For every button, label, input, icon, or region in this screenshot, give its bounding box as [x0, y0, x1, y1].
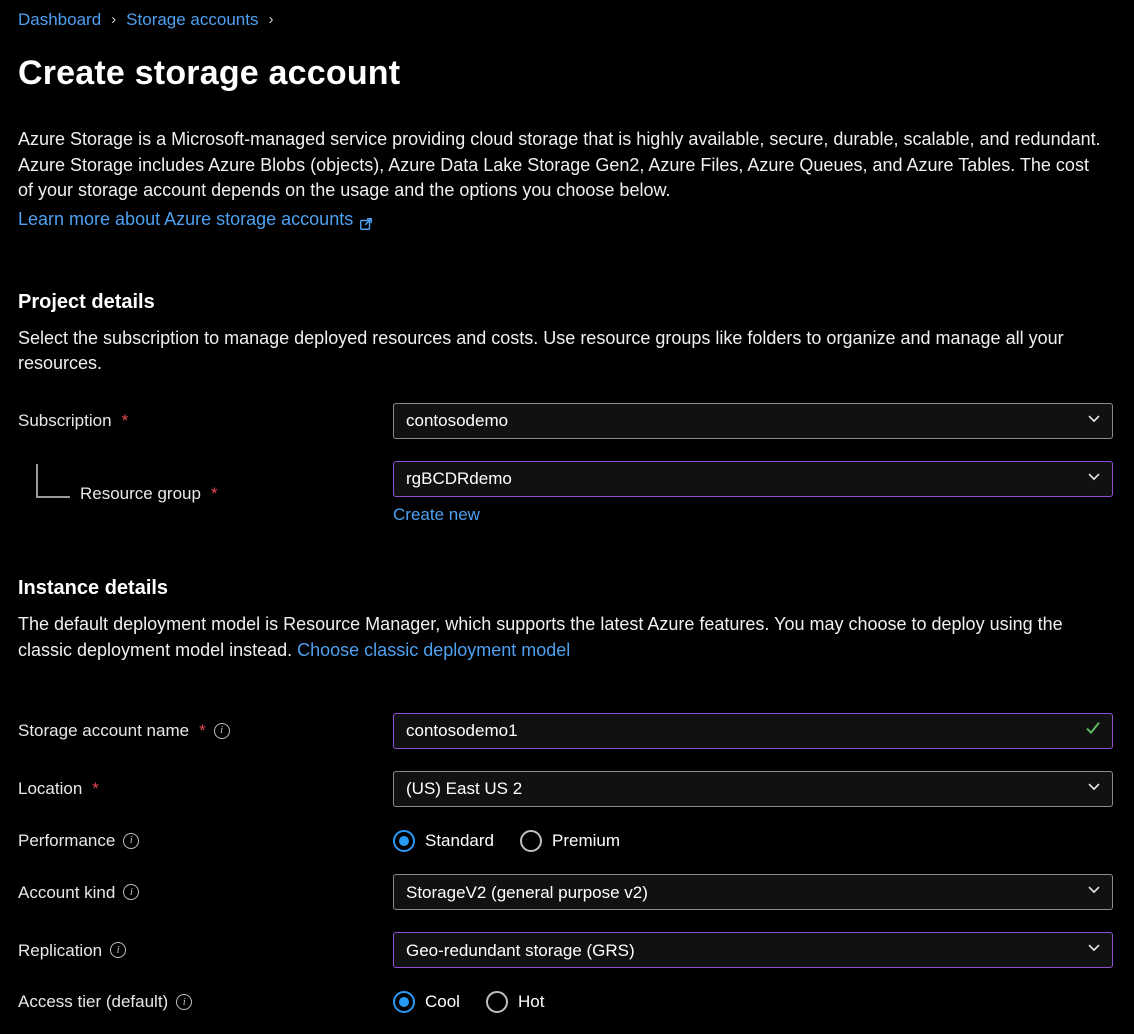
subscription-value: contosodemo [406, 409, 508, 433]
performance-standard-label: Standard [425, 829, 494, 853]
location-label-text: Location [18, 777, 82, 801]
access-tier-cool-radio[interactable]: Cool [393, 990, 460, 1014]
access-tier-label-text: Access tier (default) [18, 990, 168, 1014]
instance-details-heading: Instance details [18, 574, 1116, 602]
access-tier-row: Access tier (default) i Cool Hot [18, 990, 1116, 1014]
replication-select[interactable]: Geo-redundant storage (GRS) [393, 932, 1113, 968]
account-kind-label: Account kind i [18, 881, 393, 905]
breadcrumb: Dashboard › Storage accounts › [18, 8, 1116, 32]
subscription-row: Subscription * contosodemo [18, 403, 1116, 439]
account-kind-row: Account kind i StorageV2 (general purpos… [18, 874, 1116, 910]
breadcrumb-storage-accounts[interactable]: Storage accounts [126, 8, 258, 32]
classic-model-link[interactable]: Choose classic deployment model [297, 640, 570, 660]
instance-details-desc: The default deployment model is Resource… [18, 612, 1108, 662]
performance-premium-radio[interactable]: Premium [520, 829, 620, 853]
performance-row: Performance i Standard Premium [18, 829, 1116, 853]
location-value: (US) East US 2 [406, 777, 522, 801]
chevron-down-icon [1086, 409, 1102, 433]
resource-group-label-text: Resource group [80, 482, 201, 506]
required-asterisk: * [199, 719, 206, 743]
external-link-icon [359, 213, 373, 227]
info-icon[interactable]: i [176, 994, 192, 1010]
account-kind-select[interactable]: StorageV2 (general purpose v2) [393, 874, 1113, 910]
chevron-down-icon [1086, 881, 1102, 905]
account-kind-value: StorageV2 (general purpose v2) [406, 881, 648, 905]
location-select[interactable]: (US) East US 2 [393, 771, 1113, 807]
subscription-select[interactable]: contosodemo [393, 403, 1113, 439]
info-icon[interactable]: i [110, 942, 126, 958]
create-new-link[interactable]: Create new [393, 503, 480, 527]
performance-premium-label: Premium [552, 829, 620, 853]
access-tier-label: Access tier (default) i [18, 990, 393, 1014]
chevron-down-icon [1086, 939, 1102, 963]
replication-value: Geo-redundant storage (GRS) [406, 939, 635, 963]
performance-label: Performance i [18, 829, 393, 853]
performance-standard-radio[interactable]: Standard [393, 829, 494, 853]
storage-name-label: Storage account name * i [18, 719, 393, 743]
radio-checked-icon [393, 830, 415, 852]
breadcrumb-sep-2: › [268, 9, 273, 30]
check-icon [1084, 718, 1102, 743]
project-details-desc: Select the subscription to manage deploy… [18, 326, 1108, 376]
project-details-heading: Project details [18, 288, 1116, 316]
learn-more-link[interactable]: Learn more about Azure storage accounts [18, 207, 373, 232]
subscription-label-text: Subscription [18, 409, 112, 433]
radio-checked-icon [393, 991, 415, 1013]
access-tier-cool-label: Cool [425, 990, 460, 1014]
resource-group-value: rgBCDRdemo [406, 467, 512, 491]
storage-name-value: contosodemo1 [406, 719, 518, 743]
account-kind-label-text: Account kind [18, 881, 115, 905]
chevron-down-icon [1086, 467, 1102, 491]
breadcrumb-dashboard[interactable]: Dashboard [18, 8, 101, 32]
breadcrumb-sep-1: › [111, 9, 116, 30]
location-row: Location * (US) East US 2 [18, 771, 1116, 807]
required-asterisk: * [211, 482, 218, 506]
info-icon[interactable]: i [123, 884, 139, 900]
intro-text: Azure Storage is a Microsoft-managed ser… [18, 127, 1108, 203]
learn-more-label: Learn more about Azure storage accounts [18, 207, 353, 232]
storage-name-label-text: Storage account name [18, 719, 189, 743]
info-icon[interactable]: i [214, 723, 230, 739]
required-asterisk: * [122, 409, 129, 433]
info-icon[interactable]: i [123, 833, 139, 849]
replication-row: Replication i Geo-redundant storage (GRS… [18, 932, 1116, 968]
replication-label-text: Replication [18, 939, 102, 963]
location-label: Location * [18, 777, 393, 801]
chevron-down-icon [1086, 777, 1102, 801]
page-title: Create storage account [18, 50, 1116, 98]
access-tier-hot-label: Hot [518, 990, 544, 1014]
replication-label: Replication i [18, 939, 393, 963]
storage-name-input[interactable]: contosodemo1 [393, 713, 1113, 749]
resource-group-row: Resource group * rgBCDRdemo Create new [18, 461, 1116, 527]
performance-radio-group: Standard Premium [393, 829, 1113, 853]
performance-label-text: Performance [18, 829, 115, 853]
access-tier-hot-radio[interactable]: Hot [486, 990, 544, 1014]
resource-group-label: Resource group * [18, 482, 393, 506]
radio-unchecked-icon [520, 830, 542, 852]
subscription-label: Subscription * [18, 409, 393, 433]
access-tier-radio-group: Cool Hot [393, 990, 1113, 1014]
radio-unchecked-icon [486, 991, 508, 1013]
resource-group-select[interactable]: rgBCDRdemo [393, 461, 1113, 497]
storage-name-row: Storage account name * i contosodemo1 [18, 713, 1116, 749]
tree-line-icon [36, 464, 70, 498]
required-asterisk: * [92, 777, 99, 801]
